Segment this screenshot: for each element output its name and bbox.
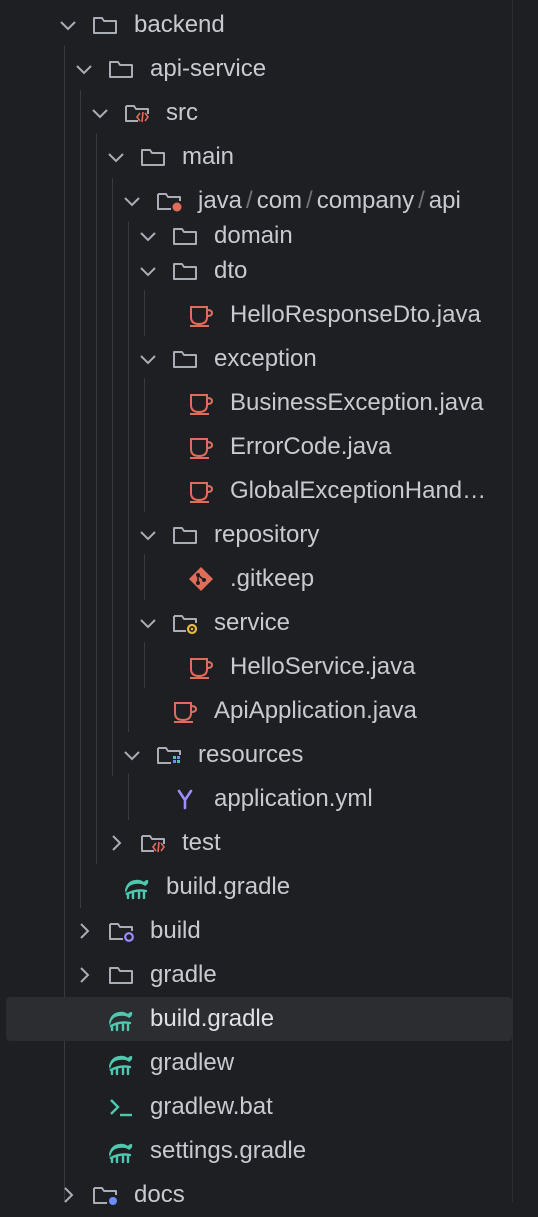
tree-row-service[interactable]: service <box>0 601 512 645</box>
tree-row-main[interactable]: main <box>0 135 512 179</box>
chevron-down-icon[interactable] <box>137 225 159 247</box>
tree-row-file[interactable]: gradlew <box>0 1041 512 1085</box>
tree-row-file-selected[interactable]: build.gradle <box>6 997 512 1041</box>
gradle-icon <box>109 1143 133 1164</box>
tree-row-file[interactable]: settings.gradle <box>0 1129 512 1173</box>
chevron-down-icon[interactable] <box>121 190 143 212</box>
tree-item-label: test <box>182 829 221 856</box>
chevron-down-icon[interactable] <box>137 348 159 370</box>
excluded-folder-icon <box>109 923 134 942</box>
tree-row-file[interactable]: application.yml <box>0 777 512 821</box>
java-file-icon <box>190 306 214 327</box>
tree-row-dto[interactable]: dto <box>0 249 512 293</box>
tree-row-file[interactable]: HelloResponseDto.java <box>0 293 512 337</box>
tree-item-label: gradlew.bat <box>150 1093 273 1120</box>
tree-item-label: domain <box>214 222 293 249</box>
chevron-right-icon[interactable] <box>57 1184 79 1206</box>
folder-icon <box>141 149 165 166</box>
tree-row-repository[interactable]: repository <box>0 513 512 557</box>
chevron-down-icon[interactable] <box>89 102 111 124</box>
tree-row-file[interactable]: ErrorCode.java <box>0 425 512 469</box>
tree-item-label: application.yml <box>214 785 373 812</box>
folder-icon <box>109 967 133 984</box>
chevron-down-icon[interactable] <box>137 524 159 546</box>
tree-row-backend[interactable]: backend <box>0 3 512 47</box>
chevron-down-icon[interactable] <box>105 146 127 168</box>
service-folder-icon <box>173 615 198 635</box>
chevron-right-icon[interactable] <box>105 832 127 854</box>
tree-row-test[interactable]: test <box>0 821 512 865</box>
folder-icon <box>173 228 197 245</box>
tree-row-resources[interactable]: resources <box>0 733 512 777</box>
java-file-icon <box>174 702 198 723</box>
tree-item-label: gradle <box>150 961 217 988</box>
tree-row-file[interactable]: gradlew.bat <box>0 1085 512 1129</box>
tree-item-label: settings.gradle <box>150 1137 307 1164</box>
panel-divider[interactable] <box>512 0 513 1202</box>
tree-item-label: HelloService.java <box>230 653 416 680</box>
chevron-right-icon[interactable] <box>73 920 95 942</box>
tree-item-label: build.gradle <box>166 873 291 900</box>
tree-item-label: .gitkeep <box>230 565 315 592</box>
tree-row-file[interactable]: ApiApplication.java <box>0 689 512 733</box>
tree-row-docs[interactable]: docs <box>0 1173 512 1217</box>
tree-item-label: build <box>150 917 201 944</box>
tree-item-label: java / com / company / api <box>198 187 461 214</box>
package-folder-icon <box>157 193 182 212</box>
project-tree: backend api-service src main java / com / co… <box>0 0 512 1208</box>
tree-row-file[interactable]: HelloService.java <box>0 645 512 689</box>
tree-item-label: ApiApplication.java <box>214 697 417 724</box>
tree-item-label: HelloResponseDto.java <box>230 301 481 328</box>
folder-icon <box>173 263 197 280</box>
tree-item-label: src <box>166 99 198 126</box>
tree-item-label: repository <box>214 521 320 548</box>
tree-item-label: GlobalExceptionHand… <box>230 477 487 504</box>
chevron-down-icon[interactable] <box>137 260 159 282</box>
tree-item-label: BusinessException.java <box>230 389 484 416</box>
gradle-icon <box>125 879 149 900</box>
chevron-down-icon[interactable] <box>121 744 143 766</box>
tree-item-label: exception <box>214 345 317 372</box>
git-icon <box>189 567 213 591</box>
tree-item-label: backend <box>134 11 225 38</box>
chevron-down-icon[interactable] <box>137 612 159 634</box>
tree-item-label: dto <box>214 257 248 284</box>
tree-row-file[interactable]: BusinessException.java <box>0 381 512 425</box>
tree-row-exception[interactable]: exception <box>0 337 512 381</box>
java-file-icon <box>190 394 214 415</box>
yaml-icon <box>177 789 193 810</box>
tree-item-label: main <box>182 143 235 170</box>
gradle-icon <box>109 1011 133 1032</box>
tree-item-label: api-service <box>150 55 267 82</box>
folder-icon <box>109 61 133 78</box>
tree-item-label: gradlew <box>150 1049 235 1076</box>
java-file-icon <box>190 658 214 679</box>
tree-item-label: service <box>214 609 291 636</box>
tree-row-file[interactable]: build.gradle <box>0 865 512 909</box>
tree-row-src[interactable]: src <box>0 91 512 135</box>
java-file-icon <box>190 438 214 459</box>
folder-icon <box>93 17 117 34</box>
source-folder-icon <box>125 105 149 123</box>
resources-folder-icon <box>157 747 181 764</box>
tree-item-label: ErrorCode.java <box>230 433 392 460</box>
chevron-right-icon[interactable] <box>73 964 95 986</box>
tree-row-file[interactable]: GlobalExceptionHand… <box>0 469 512 513</box>
test-folder-icon <box>141 835 165 853</box>
folder-icon <box>173 527 197 544</box>
terminal-icon <box>110 1099 132 1117</box>
chevron-down-icon[interactable] <box>73 58 95 80</box>
folder-icon <box>173 351 197 368</box>
tree-item-label: build.gradle <box>150 1005 275 1032</box>
docs-folder-icon <box>93 1187 117 1205</box>
chevron-down-icon[interactable] <box>57 14 79 36</box>
tree-item-label: docs <box>134 1181 185 1208</box>
tree-row-gradle[interactable]: gradle <box>0 953 512 997</box>
gradle-icon <box>109 1055 133 1076</box>
java-file-icon <box>190 482 214 503</box>
tree-item-label: resources <box>198 741 304 768</box>
tree-row-api-service[interactable]: api-service <box>0 47 512 91</box>
tree-row-build[interactable]: build <box>0 909 512 953</box>
tree-row-file[interactable]: .gitkeep <box>0 557 512 601</box>
